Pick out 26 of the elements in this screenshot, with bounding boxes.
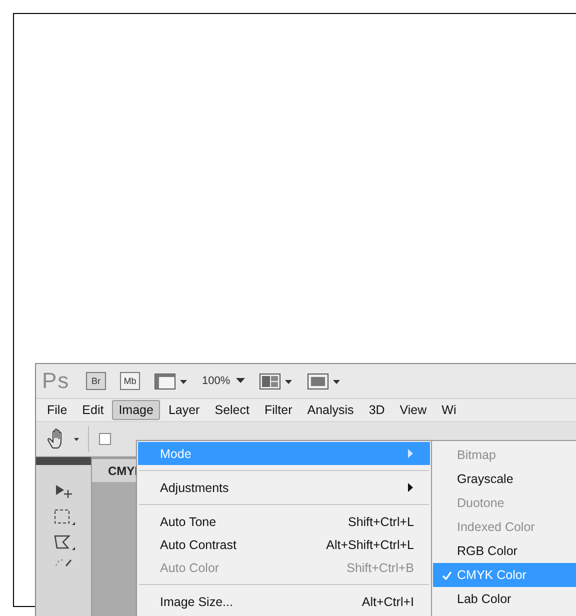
- bridge-button[interactable]: Br: [86, 372, 106, 390]
- menu-item[interactable]: Grayscale: [433, 467, 576, 491]
- menu-item[interactable]: Auto Tone Shift+Ctrl+L: [138, 510, 430, 533]
- menu-bar-item[interactable]: 3D: [362, 400, 392, 420]
- menu-bar-item[interactable]: View: [392, 400, 434, 420]
- menu-item[interactable]: RGB Color: [433, 539, 576, 563]
- menu-bar-item[interactable]: Analysis: [300, 400, 361, 420]
- menu-bar-item[interactable]: Select: [208, 400, 256, 420]
- mini-bridge-button[interactable]: Mb: [120, 372, 140, 390]
- menu-bar-item[interactable]: Image: [112, 400, 160, 420]
- app-logo: Ps: [42, 368, 71, 394]
- menu-bar-item[interactable]: Edit: [75, 400, 111, 420]
- menu-item[interactable]: Image Size... Alt+Ctrl+I: [138, 590, 430, 613]
- arrange-documents-icon[interactable]: [259, 372, 294, 390]
- menu-bar-item[interactable]: Filter: [257, 400, 300, 420]
- zoom-dropdown[interactable]: 100%: [202, 375, 246, 387]
- panel-header: [36, 457, 91, 465]
- menu-item[interactable]: Auto Contrast Alt+Shift+Ctrl+L: [138, 533, 430, 556]
- menu-item[interactable]: Lab Color: [433, 587, 576, 611]
- checkbox[interactable]: [99, 433, 111, 445]
- caret-icon: [236, 378, 246, 384]
- menu-bar-item[interactable]: Wi: [434, 400, 464, 420]
- view-extras-icon[interactable]: [154, 372, 188, 390]
- menu-bar-item[interactable]: File: [40, 400, 74, 420]
- screen-mode-icon[interactable]: [307, 372, 342, 390]
- menu-bar-item[interactable]: Layer: [161, 400, 207, 420]
